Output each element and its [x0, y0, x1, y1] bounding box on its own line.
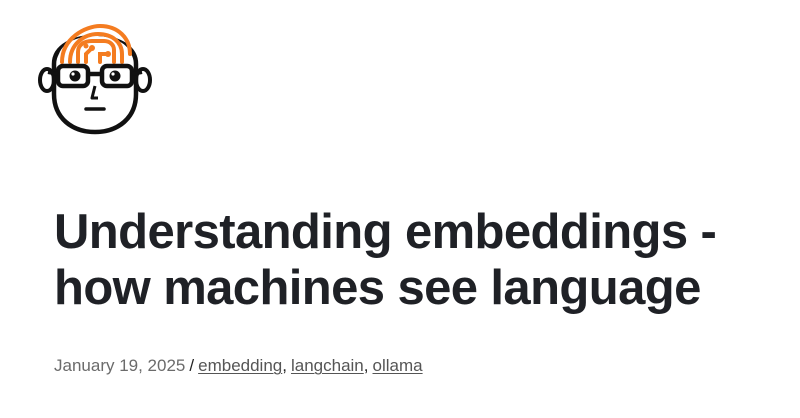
tag-link-embedding[interactable]: embedding [198, 356, 282, 375]
post-header: Understanding embeddings - how machines … [54, 204, 774, 316]
post-meta: January 19, 2025/embedding, langchain, oll… [54, 355, 423, 377]
post-date: January 19, 2025 [54, 356, 186, 375]
post-title: Understanding embeddings - how machines … [54, 205, 717, 315]
tag-link-langchain[interactable]: langchain [291, 356, 364, 375]
tag-link-ollama[interactable]: ollama [373, 356, 423, 375]
tag-separator: , [282, 356, 287, 375]
site-logo-link[interactable] [38, 14, 152, 136]
nerd-face-logo-icon [38, 23, 152, 135]
tag-separator: , [363, 356, 369, 375]
meta-separator: / [189, 356, 195, 375]
